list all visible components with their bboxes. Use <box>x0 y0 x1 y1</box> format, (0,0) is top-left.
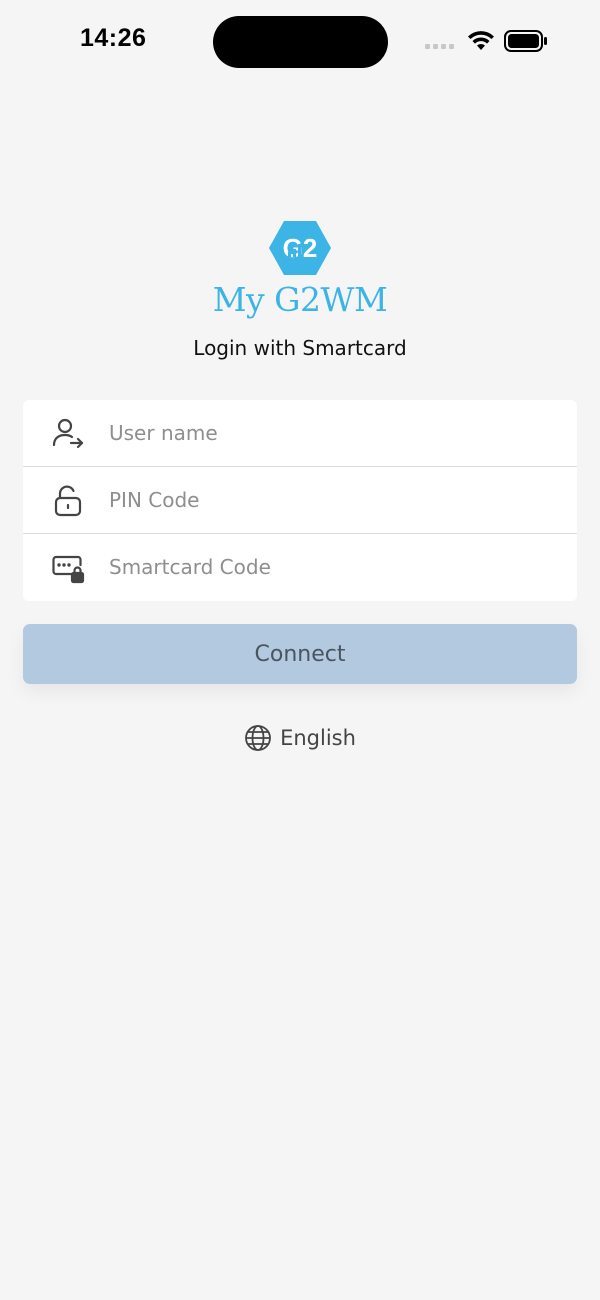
connect-button[interactable]: Connect <box>23 624 577 684</box>
smartcard-row <box>23 534 577 600</box>
battery-icon <box>504 30 547 52</box>
wifi-icon <box>468 31 494 50</box>
page-subtitle: Login with Smartcard <box>193 336 407 360</box>
status-time: 14:26 <box>80 24 147 52</box>
user-arrow-icon <box>52 418 84 449</box>
login-form <box>23 400 577 601</box>
app-logo-text: My G2WM <box>212 280 388 319</box>
username-input[interactable] <box>109 412 559 454</box>
smartcard-lock-icon <box>52 555 85 584</box>
language-selector[interactable]: English <box>0 724 600 752</box>
unlock-icon <box>54 485 82 517</box>
pin-code-input[interactable] <box>109 479 559 521</box>
username-row <box>23 400 577 466</box>
dynamic-island <box>213 16 388 68</box>
app-logo-icon: G2 <box>269 221 331 275</box>
login-screen: 14:26 G2 My G2WM Login with Smartcard <box>0 0 600 1300</box>
smartcard-code-input[interactable] <box>109 546 559 588</box>
cellular-signal-icon <box>425 44 454 49</box>
globe-icon <box>245 725 271 751</box>
language-label: English <box>280 726 356 750</box>
pin-row <box>23 467 577 533</box>
